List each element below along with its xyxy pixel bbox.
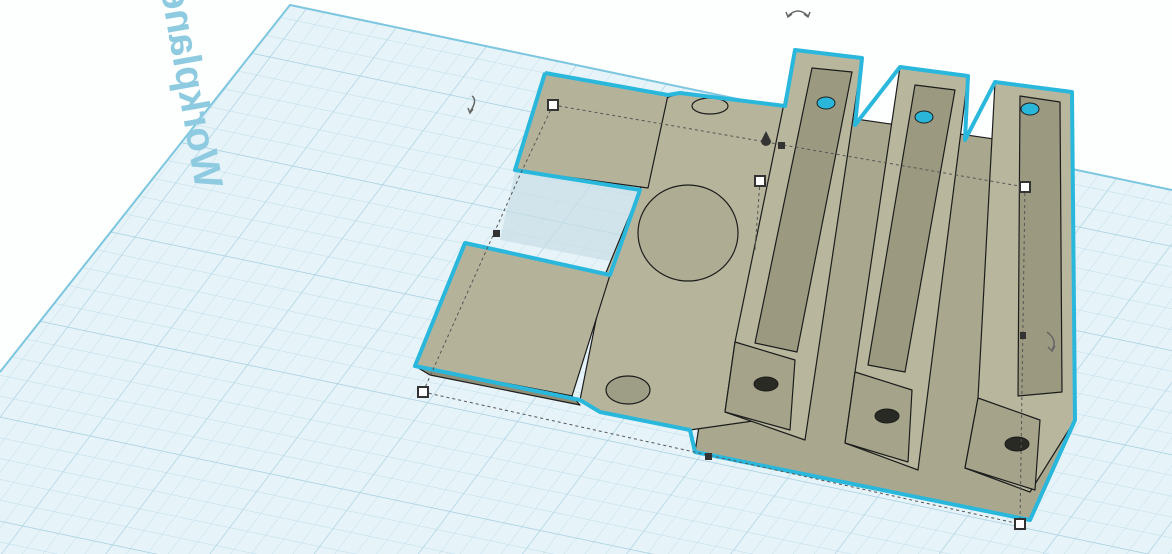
3d-viewport[interactable]: Workplane bbox=[0, 0, 1172, 554]
resize-handle[interactable] bbox=[417, 386, 429, 398]
edge-handle[interactable] bbox=[778, 142, 785, 149]
resize-handle[interactable] bbox=[754, 175, 766, 187]
resize-handle[interactable] bbox=[1019, 181, 1031, 193]
dome bbox=[637, 184, 739, 282]
resize-handle[interactable] bbox=[547, 99, 559, 111]
oval-slot bbox=[605, 375, 651, 405]
resize-handle[interactable] bbox=[1014, 518, 1026, 530]
edge-handle[interactable] bbox=[705, 453, 712, 460]
edge-handle[interactable] bbox=[1020, 332, 1026, 339]
oval-slot bbox=[691, 97, 729, 115]
scene-canvas[interactable]: Workplane bbox=[0, 0, 1172, 554]
rotate-arrow-icon[interactable] bbox=[785, 10, 811, 19]
edge-handle[interactable] bbox=[493, 230, 500, 237]
